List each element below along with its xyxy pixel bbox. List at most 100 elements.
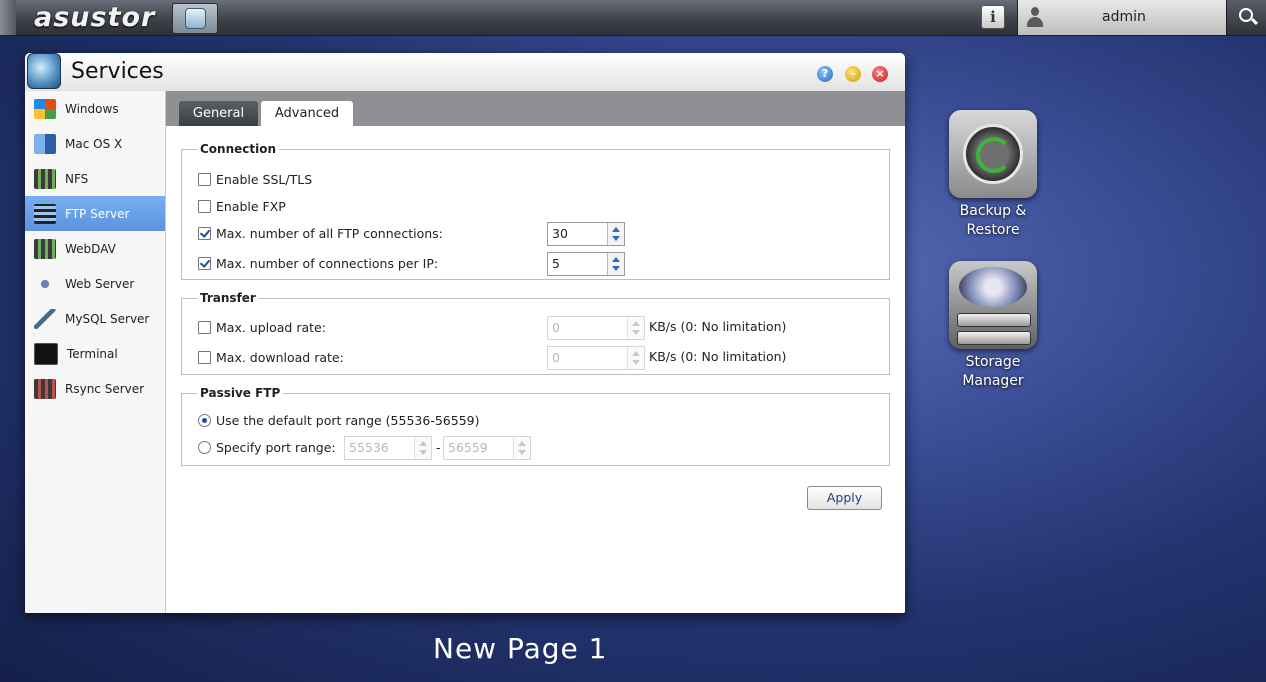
sidebar-item-web-server[interactable]: Web Server [25,266,165,301]
desktop-icon-label-line2: Manager [962,373,1024,389]
connection-group: Connection Enable SSL/TLS Enable FXP Max… [181,142,890,280]
upload-rate-value: 0 [552,320,560,335]
port-range-separator: - [436,440,441,455]
services-window: Services ? – × Windows Mac OS X NFS FTP … [25,53,905,613]
specify-port-range-row[interactable]: Specify port range: [198,437,336,457]
max-all-connections-value: 30 [552,226,568,241]
enable-fxp-checkbox[interactable] [198,199,211,213]
help-button[interactable]: ? [817,66,833,82]
apply-button[interactable]: Apply [807,486,882,510]
passive-ftp-legend: Passive FTP [200,386,281,400]
asustor-logo: asustor [34,2,156,33]
sidebar-item-label: Terminal [67,346,118,361]
close-button[interactable]: × [872,66,888,82]
taskbar-services-button[interactable] [172,3,218,34]
max-per-ip-label: Max. number of connections per IP: [216,255,439,271]
windows-icon [34,98,56,119]
stepper-arrows[interactable] [607,253,624,275]
passive-ftp-group: Passive FTP Use the default port range (… [181,386,890,466]
sidebar-item-terminal[interactable]: Terminal [25,336,165,371]
max-per-ip-row[interactable]: Max. number of connections per IP: [198,253,438,273]
port-range-to-value: 56559 [448,440,488,455]
backup-restore-icon [949,110,1037,198]
port-range-from-stepper[interactable]: 55536 [344,436,432,460]
default-port-range-row[interactable]: Use the default port range (55536-56559) [198,410,479,430]
services-content: General Advanced Connection Enable SSL/T… [166,91,905,613]
sidebar-item-label: NFS [65,171,89,186]
download-rate-checkbox[interactable] [198,350,211,364]
sidebar-item-label: MySQL Server [65,311,150,326]
stepper-arrows[interactable] [513,437,530,459]
services-window-icon [27,53,61,89]
finder-icon [34,133,56,154]
terminal-icon [34,342,58,365]
sidebar-item-label: Windows [65,101,119,116]
sidebar-item-label: Web Server [65,276,135,291]
max-per-ip-checkbox[interactable] [198,256,211,270]
sidebar-item-label: Rsync Server [65,381,145,396]
download-rate-unit: KB/s (0: No limitation) [649,349,787,364]
default-port-range-radio[interactable] [198,413,211,427]
sidebar-item-mysql-server[interactable]: MySQL Server [25,301,165,336]
sidebar-item-webdav[interactable]: WebDAV [25,231,165,266]
sidebar-item-mac-os-x[interactable]: Mac OS X [25,126,165,161]
max-all-connections-stepper[interactable]: 30 [547,222,625,246]
upload-rate-unit: KB/s (0: No limitation) [649,319,787,334]
tab-general[interactable]: General [179,101,258,126]
stepper-arrows[interactable] [627,317,644,339]
minimize-button[interactable]: – [845,66,861,82]
enable-fxp-row[interactable]: Enable FXP [198,196,286,216]
sidebar-item-windows[interactable]: Windows [25,91,165,126]
services-sidebar: Windows Mac OS X NFS FTP Server WebDAV W… [25,91,166,613]
download-rate-value: 0 [552,350,560,365]
enable-ssl-label: Enable SSL/TLS [216,171,313,187]
desktop-icon-backup-restore[interactable]: Backup & Restore [943,110,1043,240]
download-rate-stepper[interactable]: 0 [547,346,645,370]
upload-rate-checkbox[interactable] [198,320,211,334]
topbar-grip[interactable] [0,0,16,35]
port-range-to-stepper[interactable]: 56559 [443,436,531,460]
tab-advanced[interactable]: Advanced [261,101,353,126]
mysql-icon [34,308,56,329]
stepper-arrows[interactable] [607,223,624,245]
sidebar-item-label: WebDAV [65,241,116,256]
window-titlebar[interactable]: Services ? – × [25,53,905,92]
download-rate-row[interactable]: Max. download rate: [198,347,344,367]
window-title: Services [71,59,164,84]
user-menu[interactable]: admin [1017,0,1226,35]
sidebar-item-rsync-server[interactable]: Rsync Server [25,371,165,406]
port-range-from-value: 55536 [349,440,389,455]
web-server-icon [34,273,56,294]
desktop-icon-label-line1: Backup & [959,203,1027,219]
webdav-icon [34,238,56,259]
desktop-page-label[interactable]: New Page 1 [433,632,607,665]
storage-manager-icon [949,261,1037,349]
nfs-icon [34,168,56,189]
desktop-icon-label-line2: Restore [966,222,1020,238]
services-app-icon [185,8,206,29]
transfer-legend: Transfer [200,291,256,305]
upload-rate-row[interactable]: Max. upload rate: [198,317,326,337]
transfer-group: Transfer Max. upload rate: 0 KB/s (0: No… [181,291,890,375]
upload-rate-label: Max. upload rate: [216,319,326,335]
max-all-connections-row[interactable]: Max. number of all FTP connections: [198,223,443,243]
specify-port-range-label: Specify port range: [216,439,336,455]
stepper-arrows[interactable] [627,347,644,369]
specify-port-range-radio[interactable] [198,440,211,454]
info-icon[interactable]: i [981,5,1005,29]
stepper-arrows[interactable] [414,437,431,459]
desktop-icon-storage-manager[interactable]: Storage Manager [943,261,1043,391]
sidebar-item-ftp-server[interactable]: FTP Server [25,196,165,231]
connection-legend: Connection [200,142,277,156]
max-all-connections-checkbox[interactable] [198,226,211,240]
search-button[interactable] [1226,0,1266,35]
enable-ssl-checkbox[interactable] [198,172,211,186]
max-per-ip-stepper[interactable]: 5 [547,252,625,276]
enable-fxp-label: Enable FXP [216,198,286,214]
upload-rate-stepper[interactable]: 0 [547,316,645,340]
enable-ssl-row[interactable]: Enable SSL/TLS [198,169,312,189]
max-all-connections-label: Max. number of all FTP connections: [216,225,443,241]
desktop-icon-label-line1: Storage [965,354,1021,370]
sidebar-item-nfs[interactable]: NFS [25,161,165,196]
tab-strip: General Advanced [166,91,905,126]
